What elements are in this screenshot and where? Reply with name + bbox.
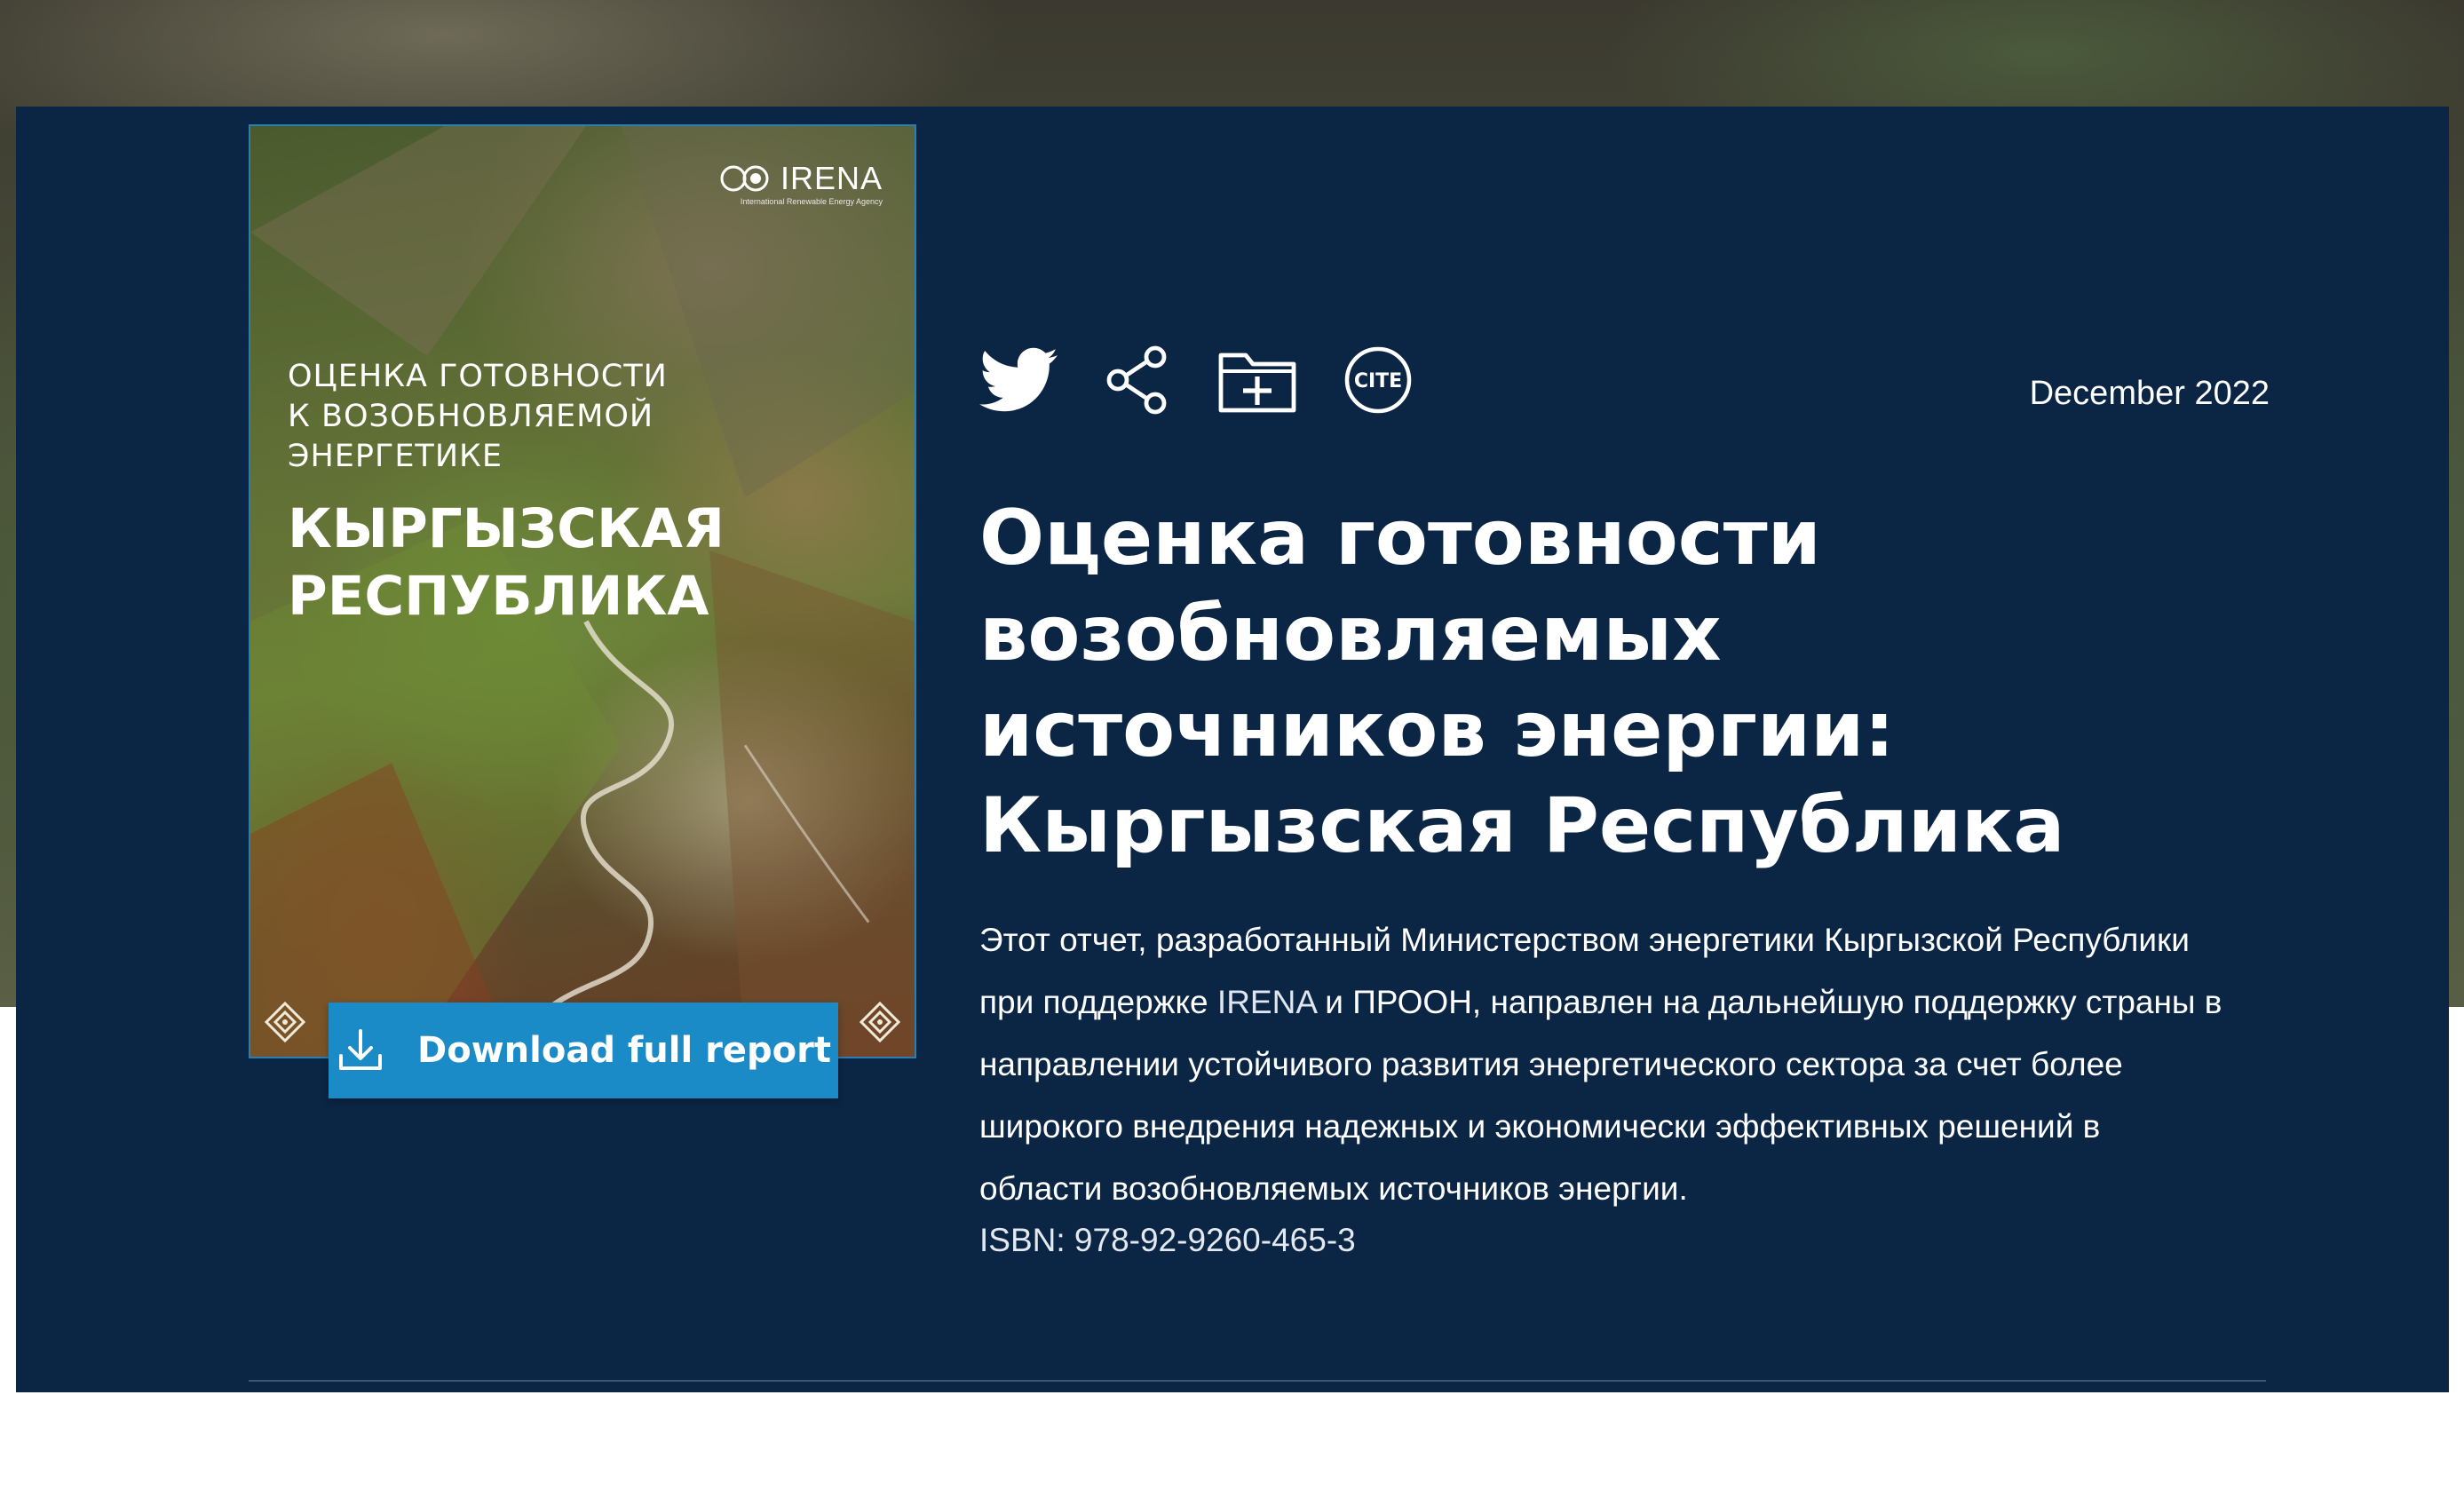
irena-logo-icon bbox=[720, 165, 769, 192]
irena-logo-subtext: International Renewable Energy Agency bbox=[740, 197, 883, 206]
cover-subtitle-line: ОЦЕНКА ГОТОВНОСТИ bbox=[288, 359, 668, 394]
cite-label: CITE bbox=[1354, 370, 1402, 392]
share-button[interactable] bbox=[1104, 345, 1171, 416]
share-icon bbox=[1106, 345, 1167, 415]
isbn: ISBN: 978-92-9260-465-3 bbox=[979, 1222, 1356, 1258]
page-title: Оценка готовности возобновляемых источни… bbox=[979, 494, 2065, 870]
cover-subtitle-line: ЭНЕРГЕТИКЕ bbox=[288, 439, 503, 474]
cover-subtitle-line: К ВОЗОБНОВЛЯЕМОЙ bbox=[288, 399, 654, 434]
cover-title: КЫРГЫЗСКАЯ РЕСПУБЛИКА bbox=[288, 495, 856, 630]
report-description: Этот отчет, разработанный Министерством … bbox=[979, 909, 2222, 1220]
twitter-icon bbox=[979, 347, 1058, 412]
report-cover[interactable]: IRENA International Renewable Energy Age… bbox=[249, 124, 916, 1058]
add-to-folder-button[interactable] bbox=[1217, 346, 1297, 414]
cover-subtitle: ОЦЕНКА ГОТОВНОСТИ К ВОЗОБНОВЛЯЕМОЙ ЭНЕРГ… bbox=[288, 357, 785, 477]
irena-link[interactable]: IRENA bbox=[1217, 984, 1316, 1020]
cite-button[interactable]: CITE bbox=[1343, 345, 1413, 415]
twitter-share-button[interactable] bbox=[979, 347, 1058, 413]
folder-plus-icon bbox=[1218, 353, 1296, 413]
action-icons: CITE bbox=[979, 345, 1459, 416]
section-link-executive-summary[interactable]: Executive Summary bbox=[257, 1444, 630, 1490]
ornament-icon bbox=[859, 1001, 901, 1043]
publication-date: December 2022 bbox=[2029, 375, 2270, 412]
irena-logo-text: IRENA bbox=[780, 160, 883, 196]
document-icon bbox=[258, 1446, 295, 1489]
download-icon bbox=[339, 1029, 383, 1070]
cover-title-line: КЫРГЫЗСКАЯ bbox=[288, 497, 725, 560]
cite-icon: CITE bbox=[1344, 346, 1412, 414]
divider bbox=[249, 1380, 2266, 1382]
report-panel: IRENA International Renewable Energy Age… bbox=[16, 107, 2449, 1489]
cover-title-line: РЕСПУБЛИКА bbox=[288, 565, 709, 628]
download-full-report-button[interactable]: Download full report bbox=[329, 1003, 838, 1098]
irena-logo: IRENA bbox=[718, 160, 883, 197]
download-button-label: Download full report bbox=[417, 1030, 831, 1071]
section-label: Executive Summary bbox=[321, 1447, 630, 1486]
ornament-icon bbox=[264, 1001, 306, 1043]
